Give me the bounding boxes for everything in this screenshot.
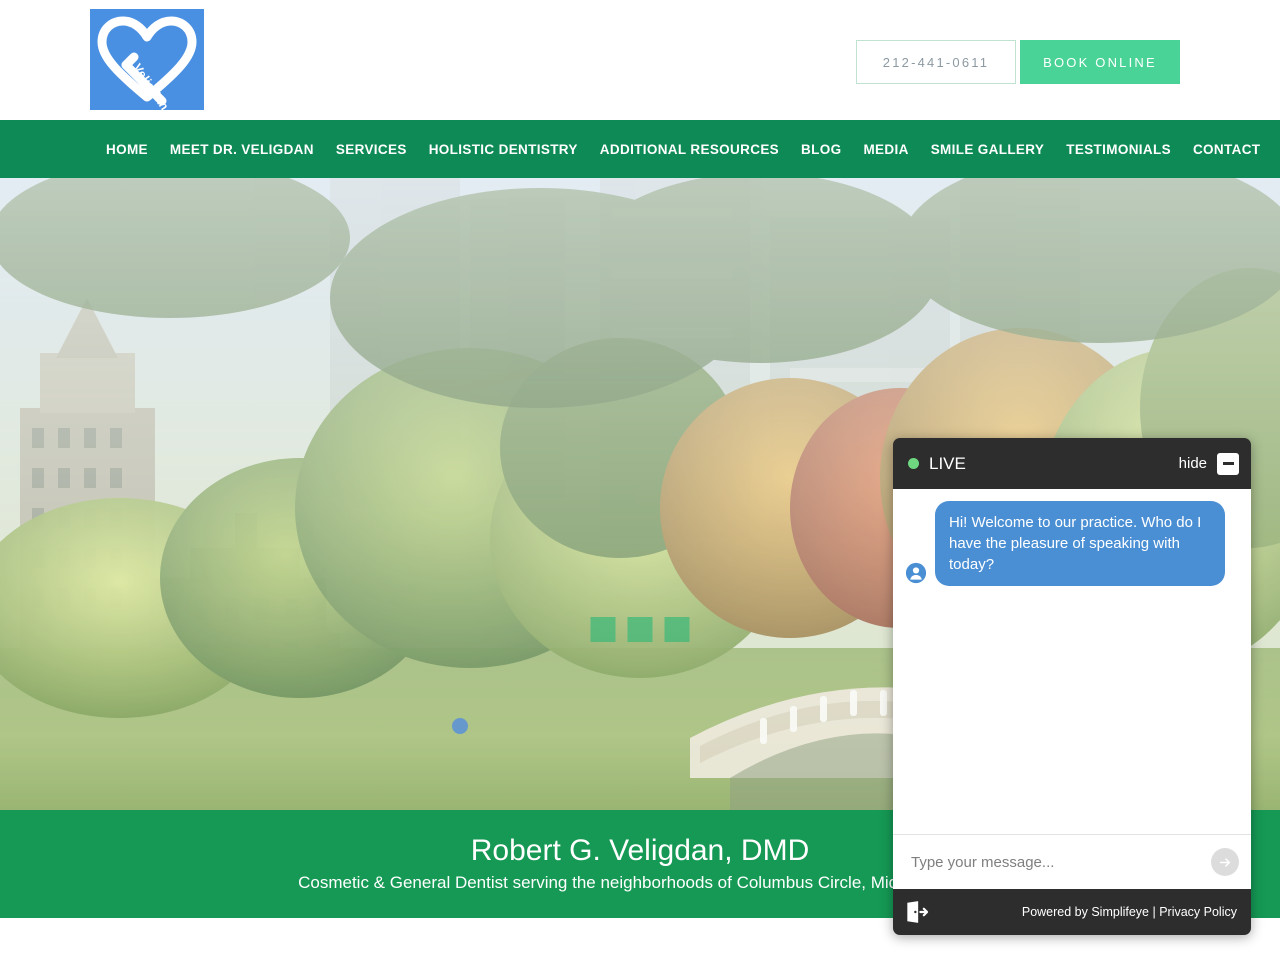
nav-item-blog[interactable]: BLOG [801,142,841,157]
slider-indicators [590,617,690,642]
chat-hide-button[interactable]: hide [1179,455,1207,472]
book-online-button[interactable]: BOOK ONLINE [1020,40,1180,84]
nav-item-additional-resources[interactable]: ADDITIONAL RESOURCES [600,142,779,157]
agent-avatar-icon [905,562,927,584]
main-navigation: HOME MEET DR. VELIGDAN SERVICES HOLISTIC… [0,120,1280,178]
nav-item-testimonials[interactable]: TESTIMONIALS [1066,142,1171,157]
chat-message-list[interactable]: Hi! Welcome to our practice. Who do I ha… [893,489,1251,834]
site-header: Veligdan 212-441-0611 BOOK ONLINE [0,0,1280,120]
nav-item-services[interactable]: SERVICES [336,142,407,157]
chat-message: Hi! Welcome to our practice. Who do I ha… [905,501,1235,586]
exit-chat-icon[interactable] [903,899,929,925]
nav-item-meet-dr-veligdan[interactable]: MEET DR. VELIGDAN [170,142,314,157]
phone-button[interactable]: 212-441-0611 [856,40,1016,84]
nav-item-smile-gallery[interactable]: SMILE GALLERY [931,142,1045,157]
chat-minimize-button[interactable] [1217,452,1239,475]
chat-footer-text[interactable]: Powered by Simplifeye | Privacy Policy [1022,905,1237,919]
chat-footer: Powered by Simplifeye | Privacy Policy [893,889,1251,935]
minimize-icon [1222,462,1234,465]
chat-header-actions: hide [1179,452,1239,475]
slider-dot-3[interactable] [664,617,690,642]
chat-status-label: LIVE [929,453,966,473]
send-arrow-icon [1219,857,1230,867]
site-logo[interactable]: Veligdan [90,9,204,110]
header-actions: 212-441-0611 BOOK ONLINE [856,40,1180,84]
nav-item-holistic-dentistry[interactable]: HOLISTIC DENTISTRY [429,142,578,157]
chat-message-input[interactable] [911,853,1211,871]
status-online-icon [908,458,919,469]
webpage-root: Veligdan 212-441-0611 BOOK ONLINE HOME M… [0,0,1280,960]
chat-message-text: Hi! Welcome to our practice. Who do I ha… [935,501,1225,586]
chat-header: LIVE hide [893,438,1251,489]
nav-item-media[interactable]: MEDIA [863,142,908,157]
nav-item-home[interactable]: HOME [106,142,148,157]
slider-dot-1[interactable] [590,617,616,642]
chat-input-row [893,834,1251,889]
live-chat-widget: LIVE hide Hi! Welcome to our practice. W… [893,438,1251,935]
nav-item-contact[interactable]: CONTACT [1193,142,1260,157]
slider-dot-2[interactable] [627,617,653,642]
send-message-button[interactable] [1211,848,1239,876]
